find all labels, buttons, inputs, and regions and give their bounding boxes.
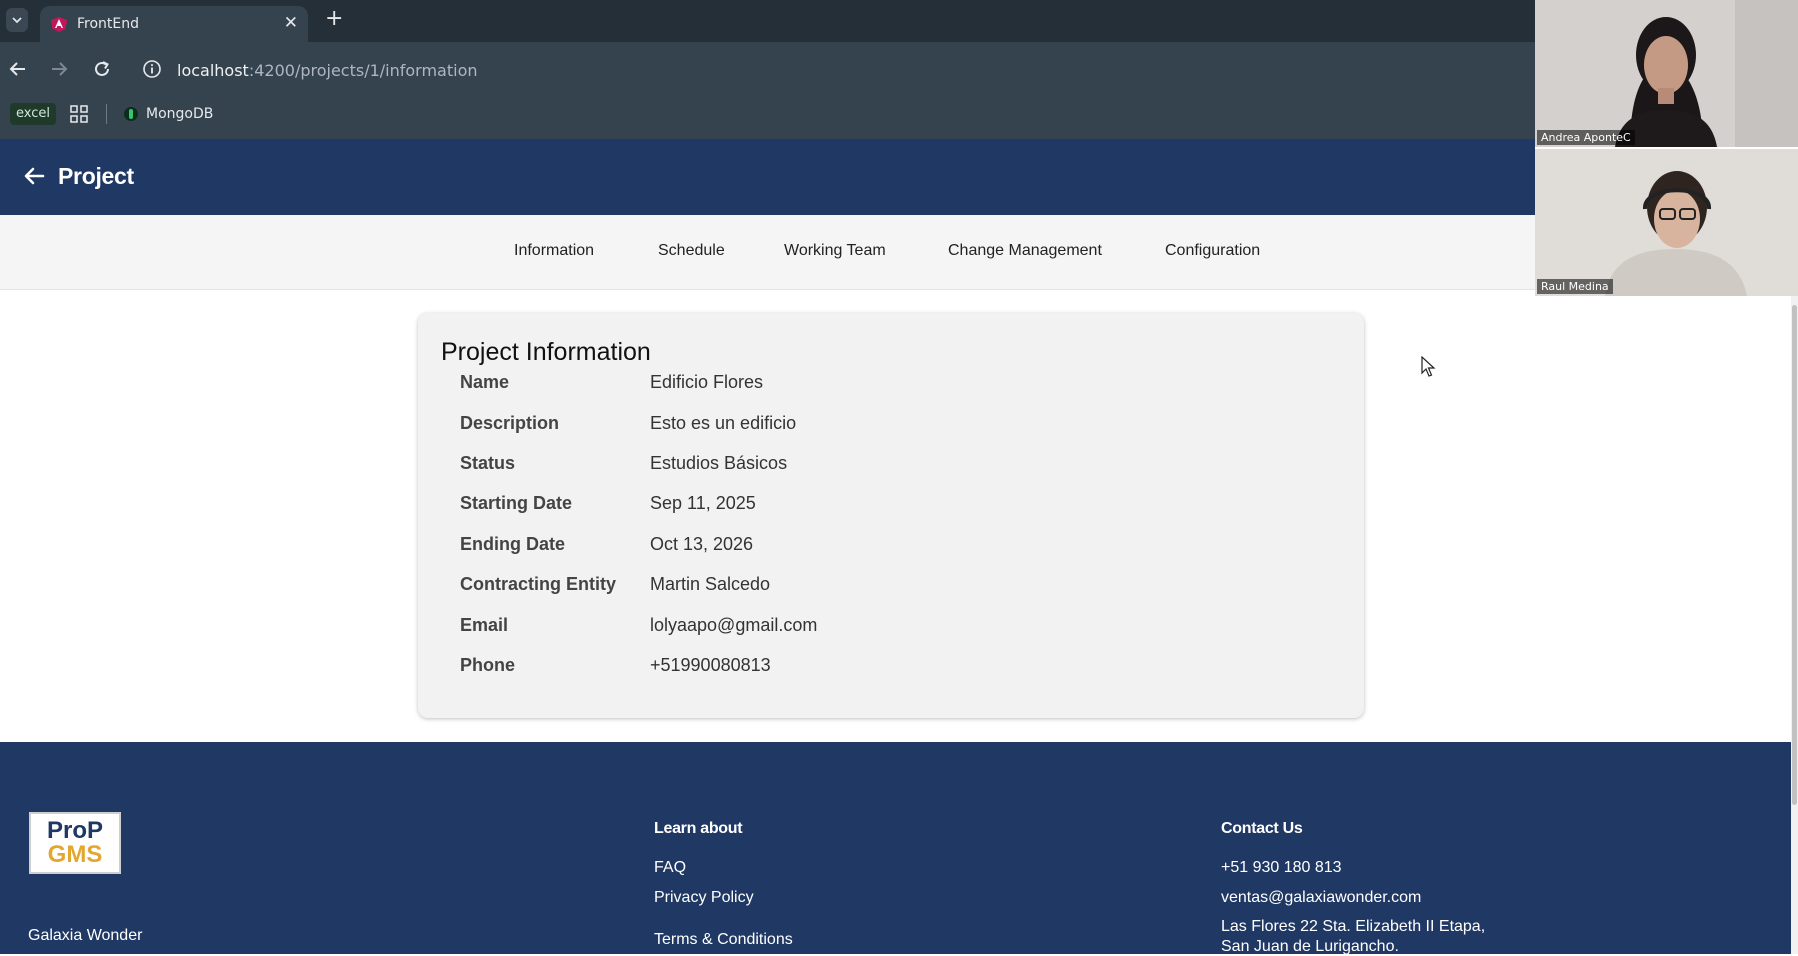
bookmark-mongodb[interactable]: MongoDB [124, 104, 213, 124]
tab-change-management[interactable]: Change Management [948, 242, 1102, 260]
info-label: Ending Date [460, 534, 566, 554]
contact-us-heading: Contact Us [1221, 820, 1303, 837]
terms-conditions-link[interactable]: Terms & Conditions [654, 931, 793, 949]
info-label: Description [460, 413, 560, 433]
info-label: Status [460, 453, 516, 473]
tab-configuration[interactable]: Configuration [1165, 242, 1260, 260]
bookmarks-bar: excel MongoDB [0, 100, 1535, 128]
chevron-down-icon [12, 17, 22, 24]
logo-line-1: ProP [46, 817, 103, 844]
tab-schedule[interactable]: Schedule [658, 242, 725, 260]
site-info-icon[interactable] [142, 59, 162, 79]
angular-favicon-icon [51, 17, 67, 32]
reload-button[interactable] [90, 57, 114, 81]
reload-icon [95, 61, 109, 76]
page-title: Project [58, 163, 134, 189]
learn-about-heading: Learn about [654, 820, 743, 837]
bookmark-excel[interactable]: excel [10, 103, 56, 125]
browser-chrome: FrontEnd ✕ + localhost:4200/projects/1/i… [0, 0, 1535, 139]
participant-1-name: Andrea AponteC [1537, 130, 1635, 145]
participant-2-name: Raul Medina [1537, 279, 1613, 294]
info-value: Estudios Básicos [650, 453, 788, 473]
back-arrow-icon[interactable] [22, 164, 46, 188]
project-tabs: Information Schedule Working Team Change… [0, 215, 1535, 290]
tab-information[interactable]: Information [514, 242, 594, 260]
tab-title: FrontEnd [77, 16, 140, 32]
propgms-logo: ProP GMS [29, 812, 121, 874]
forward-button[interactable] [47, 57, 71, 81]
bookmarks-separator [106, 104, 107, 124]
new-tab-button[interactable]: + [325, 6, 343, 31]
card-title: Project Information [441, 338, 651, 366]
contact-phone: +51 930 180 813 [1221, 859, 1342, 876]
url-path: :4200/projects/1/information [248, 61, 478, 80]
contact-address-line-2: San Juan de Lurigancho. [1221, 938, 1399, 955]
page-scrollbar-thumb[interactable] [1792, 305, 1797, 805]
back-button[interactable] [6, 57, 30, 81]
contact-address-line-1: Las Flores 22 Sta. Elizabeth II Etapa, [1221, 918, 1486, 935]
info-value: Sep 11, 2025 [650, 493, 756, 513]
site-footer: ProP GMS Galaxia Wonder Learn about FAQ … [0, 742, 1791, 955]
logo-line-2: GMS [47, 841, 103, 868]
info-label: Contracting Entity [460, 574, 616, 594]
info-value: Oct 13, 2026 [650, 534, 754, 554]
participant-1-video-image [1535, 0, 1798, 147]
participant-2-video-image [1535, 149, 1798, 296]
browser-tab[interactable]: FrontEnd ✕ [40, 6, 308, 42]
video-tile-participant-1: Andrea AponteC [1535, 0, 1798, 147]
info-value: lolyaapo@gmail.com [650, 615, 818, 635]
privacy-policy-link[interactable]: Privacy Policy [654, 889, 754, 907]
info-value: Martin Salcedo [650, 574, 771, 594]
app-header: Project [0, 139, 1535, 215]
info-label: Starting Date [460, 493, 573, 513]
mouse-pointer-icon [1421, 356, 1436, 377]
arrow-left-icon [9, 62, 25, 76]
url-host: localhost [177, 61, 249, 80]
info-label: Phone [460, 655, 516, 675]
company-name: Galaxia Wonder [28, 927, 143, 944]
tab-working-team[interactable]: Working Team [784, 242, 886, 260]
tab-close-icon[interactable]: ✕ [284, 13, 298, 33]
video-tile-participant-2: Raul Medina [1535, 149, 1798, 296]
info-label: Email [460, 615, 509, 635]
project-information-card: Project Information Name Edificio Flores… [418, 313, 1364, 718]
info-value: +51990080813 [650, 655, 771, 675]
mongodb-leaf-icon [124, 107, 138, 121]
info-value: Esto es un edificio [650, 413, 797, 433]
tab-strip: FrontEnd ✕ + [0, 0, 1535, 42]
address-bar[interactable]: localhost:4200/projects/1/information [177, 61, 478, 80]
faq-link[interactable]: FAQ [654, 859, 686, 877]
apps-grid-icon[interactable] [70, 105, 88, 123]
info-label: Name [460, 372, 510, 392]
bookmark-mongodb-label: MongoDB [146, 106, 214, 122]
info-value: Edificio Flores [650, 372, 764, 392]
tab-search-button[interactable] [6, 8, 28, 32]
contact-email[interactable]: ventas@galaxiawonder.com [1221, 889, 1421, 907]
arrow-right-icon [52, 62, 68, 76]
